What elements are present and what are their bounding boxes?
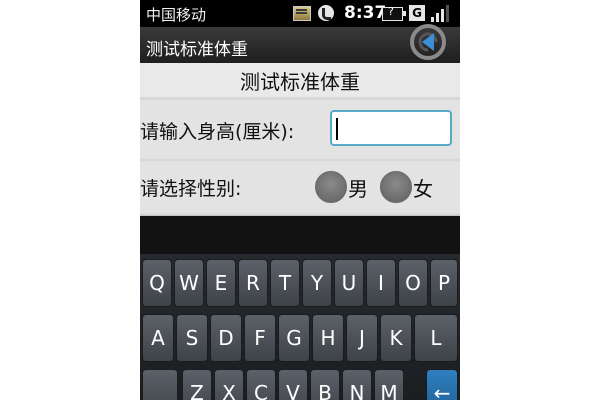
key-v[interactable]: V xyxy=(278,369,308,400)
battery-icon xyxy=(382,5,406,21)
key-e[interactable]: E xyxy=(206,259,236,307)
phone-screen: 中国移动 8:37 G 测试标准体重 测试标准体重 请输入身高(厘米): xyxy=(140,0,460,400)
key-n[interactable]: N xyxy=(342,369,372,400)
key-k[interactable]: K xyxy=(380,314,412,362)
signal-icon xyxy=(431,4,453,22)
key-d[interactable]: D xyxy=(210,314,242,362)
key-c[interactable]: C xyxy=(246,369,276,400)
radio-male-label[interactable]: 男 xyxy=(348,173,368,202)
text-cursor xyxy=(336,118,338,140)
radio-female[interactable] xyxy=(380,171,412,203)
key-j[interactable]: J xyxy=(346,314,378,362)
keyboard-gap xyxy=(140,216,460,254)
key-w[interactable]: W xyxy=(174,259,204,307)
g-network-icon: G xyxy=(409,5,425,21)
height-label: 请输入身高(厘米): xyxy=(140,121,295,143)
form-header: 测试标准体重 xyxy=(240,70,360,94)
missed-call-icon xyxy=(318,5,334,21)
carrier-name: 中国移动 xyxy=(146,6,207,24)
key-l[interactable]: L xyxy=(414,314,458,362)
radio-male[interactable] xyxy=(315,171,347,203)
soft-keyboard: Q W E R T Y U I O P A S D F G H J K L Z … xyxy=(140,254,460,400)
form-area: 测试标准体重 请输入身高(厘米): 请选择性别: 男 女 xyxy=(140,63,460,216)
form-header-row: 测试标准体重 xyxy=(140,63,460,97)
key-g[interactable]: G xyxy=(278,314,310,362)
key-m[interactable]: M xyxy=(374,369,404,400)
key-x[interactable]: X xyxy=(214,369,244,400)
key-b[interactable]: B xyxy=(310,369,340,400)
key-p[interactable]: P xyxy=(430,259,458,307)
status-time: 8:37 xyxy=(344,3,387,23)
gender-label: 请选择性别: xyxy=(140,178,242,200)
key-o[interactable]: O xyxy=(398,259,428,307)
key-a[interactable]: A xyxy=(142,314,174,362)
key-shift[interactable] xyxy=(142,369,178,400)
radio-female-label[interactable]: 女 xyxy=(413,173,433,202)
key-t[interactable]: T xyxy=(270,259,300,307)
key-backspace[interactable]: ← xyxy=(426,369,458,400)
key-f[interactable]: F xyxy=(244,314,276,362)
gender-row: 请选择性别: 男 女 xyxy=(140,161,460,213)
key-y[interactable]: Y xyxy=(302,259,332,307)
key-r[interactable]: R xyxy=(238,259,268,307)
height-input[interactable] xyxy=(330,110,452,146)
back-arrow-icon[interactable] xyxy=(406,22,450,62)
key-i[interactable]: I xyxy=(366,259,396,307)
key-s[interactable]: S xyxy=(176,314,208,362)
height-row: 请输入身高(厘米): xyxy=(140,100,460,159)
key-z[interactable]: Z xyxy=(182,369,212,400)
key-h[interactable]: H xyxy=(312,314,344,362)
sd-card-icon xyxy=(293,6,311,21)
app-title: 测试标准体重 xyxy=(146,40,248,60)
key-q[interactable]: Q xyxy=(142,259,172,307)
key-u[interactable]: U xyxy=(334,259,364,307)
